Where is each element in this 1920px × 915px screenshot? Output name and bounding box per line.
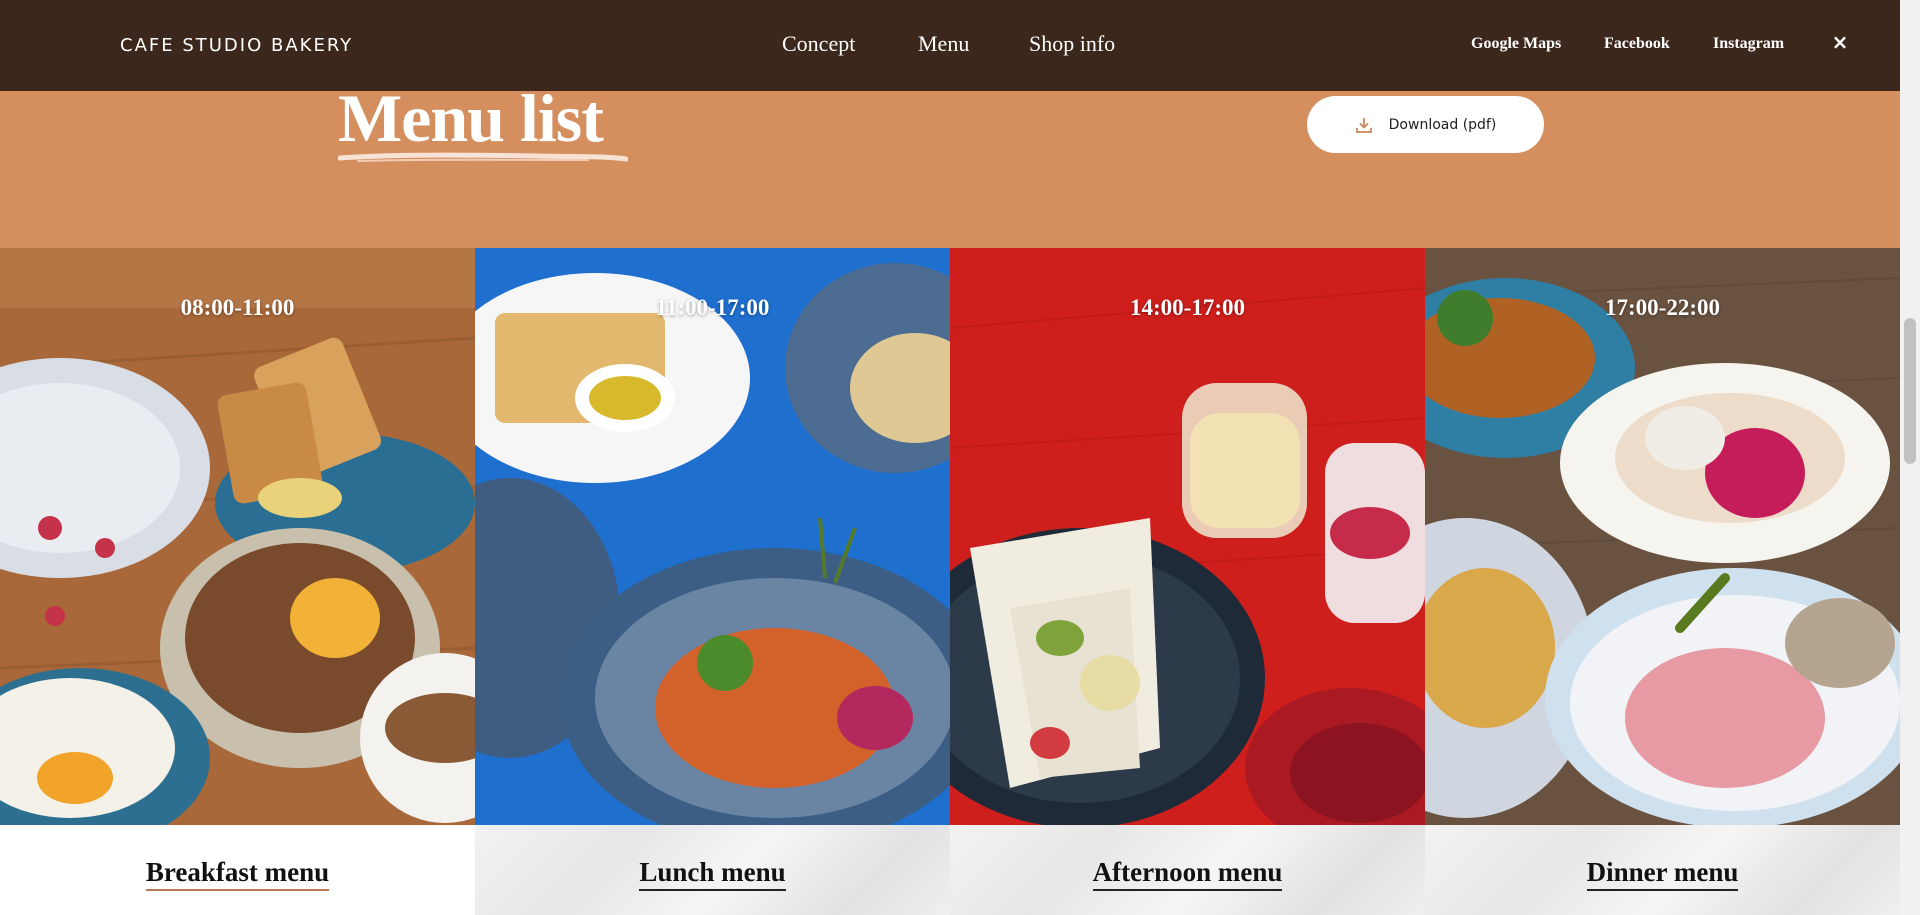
dinner-photo[interactable] xyxy=(1425,248,1900,825)
close-icon: × xyxy=(1831,30,1849,54)
title-brush-stroke xyxy=(338,152,628,162)
top-navigation-bar: CAFE STUDIO BAKERY Concept Menu Shop inf… xyxy=(0,0,1900,91)
lunch-menu-link[interactable]: Lunch menu xyxy=(639,857,786,891)
lunch-photo[interactable] xyxy=(475,248,950,825)
breakfast-menu-link[interactable]: Breakfast menu xyxy=(145,857,330,891)
afternoon-photo[interactable] xyxy=(950,248,1425,825)
brand-logo[interactable]: CAFE STUDIO BAKERY xyxy=(120,35,353,56)
download-icon xyxy=(1355,117,1372,133)
panel-time-dinner: 17:00-22:00 xyxy=(1605,295,1720,320)
close-button[interactable]: × xyxy=(1829,30,1851,54)
panel-breakfast[interactable]: 08:00-11:00 Breakfast menu xyxy=(0,248,475,915)
panel-time-breakfast: 08:00-11:00 xyxy=(180,295,295,320)
link-google-maps[interactable]: Google Maps xyxy=(1471,35,1561,53)
link-instagram[interactable]: Instagram xyxy=(1713,35,1784,53)
afternoon-menu-link[interactable]: Afternoon menu xyxy=(1092,857,1283,891)
nav-link-concept[interactable]: Concept xyxy=(782,31,855,57)
link-facebook[interactable]: Facebook xyxy=(1604,35,1670,53)
breakfast-photo[interactable] xyxy=(0,248,475,825)
panel-dinner[interactable]: 17:00-22:00 Dinner menu xyxy=(1425,248,1900,915)
page-scrollbar-thumb[interactable] xyxy=(1904,318,1916,464)
panel-footer-afternoon: Afternoon menu xyxy=(950,825,1425,915)
panel-lunch[interactable]: 11:00-17:00 Lunch menu xyxy=(475,248,950,915)
download-pdf-button[interactable]: Download (pdf) xyxy=(1307,96,1544,153)
menu-list-header: Menu list Download (pdf) xyxy=(0,80,1900,248)
panel-time-afternoon: 14:00-17:00 xyxy=(1130,295,1245,320)
nav-link-menu[interactable]: Menu xyxy=(918,31,969,57)
nav-link-shop-info[interactable]: Shop info xyxy=(1029,31,1115,57)
panel-footer-breakfast: Breakfast menu xyxy=(0,825,475,915)
panel-afternoon[interactable]: 14:00-17:00 Afternoon menu xyxy=(950,248,1425,915)
panel-footer-lunch: Lunch menu xyxy=(475,825,950,915)
page-title: Menu list xyxy=(338,80,604,156)
panel-footer-dinner: Dinner menu xyxy=(1425,825,1900,915)
dinner-menu-link[interactable]: Dinner menu xyxy=(1586,857,1739,891)
panel-time-lunch: 11:00-17:00 xyxy=(655,295,770,320)
download-label: Download (pdf) xyxy=(1388,116,1497,133)
menu-panels: 08:00-11:00 Breakfast menu 11:00-17:00 L… xyxy=(0,248,1900,915)
